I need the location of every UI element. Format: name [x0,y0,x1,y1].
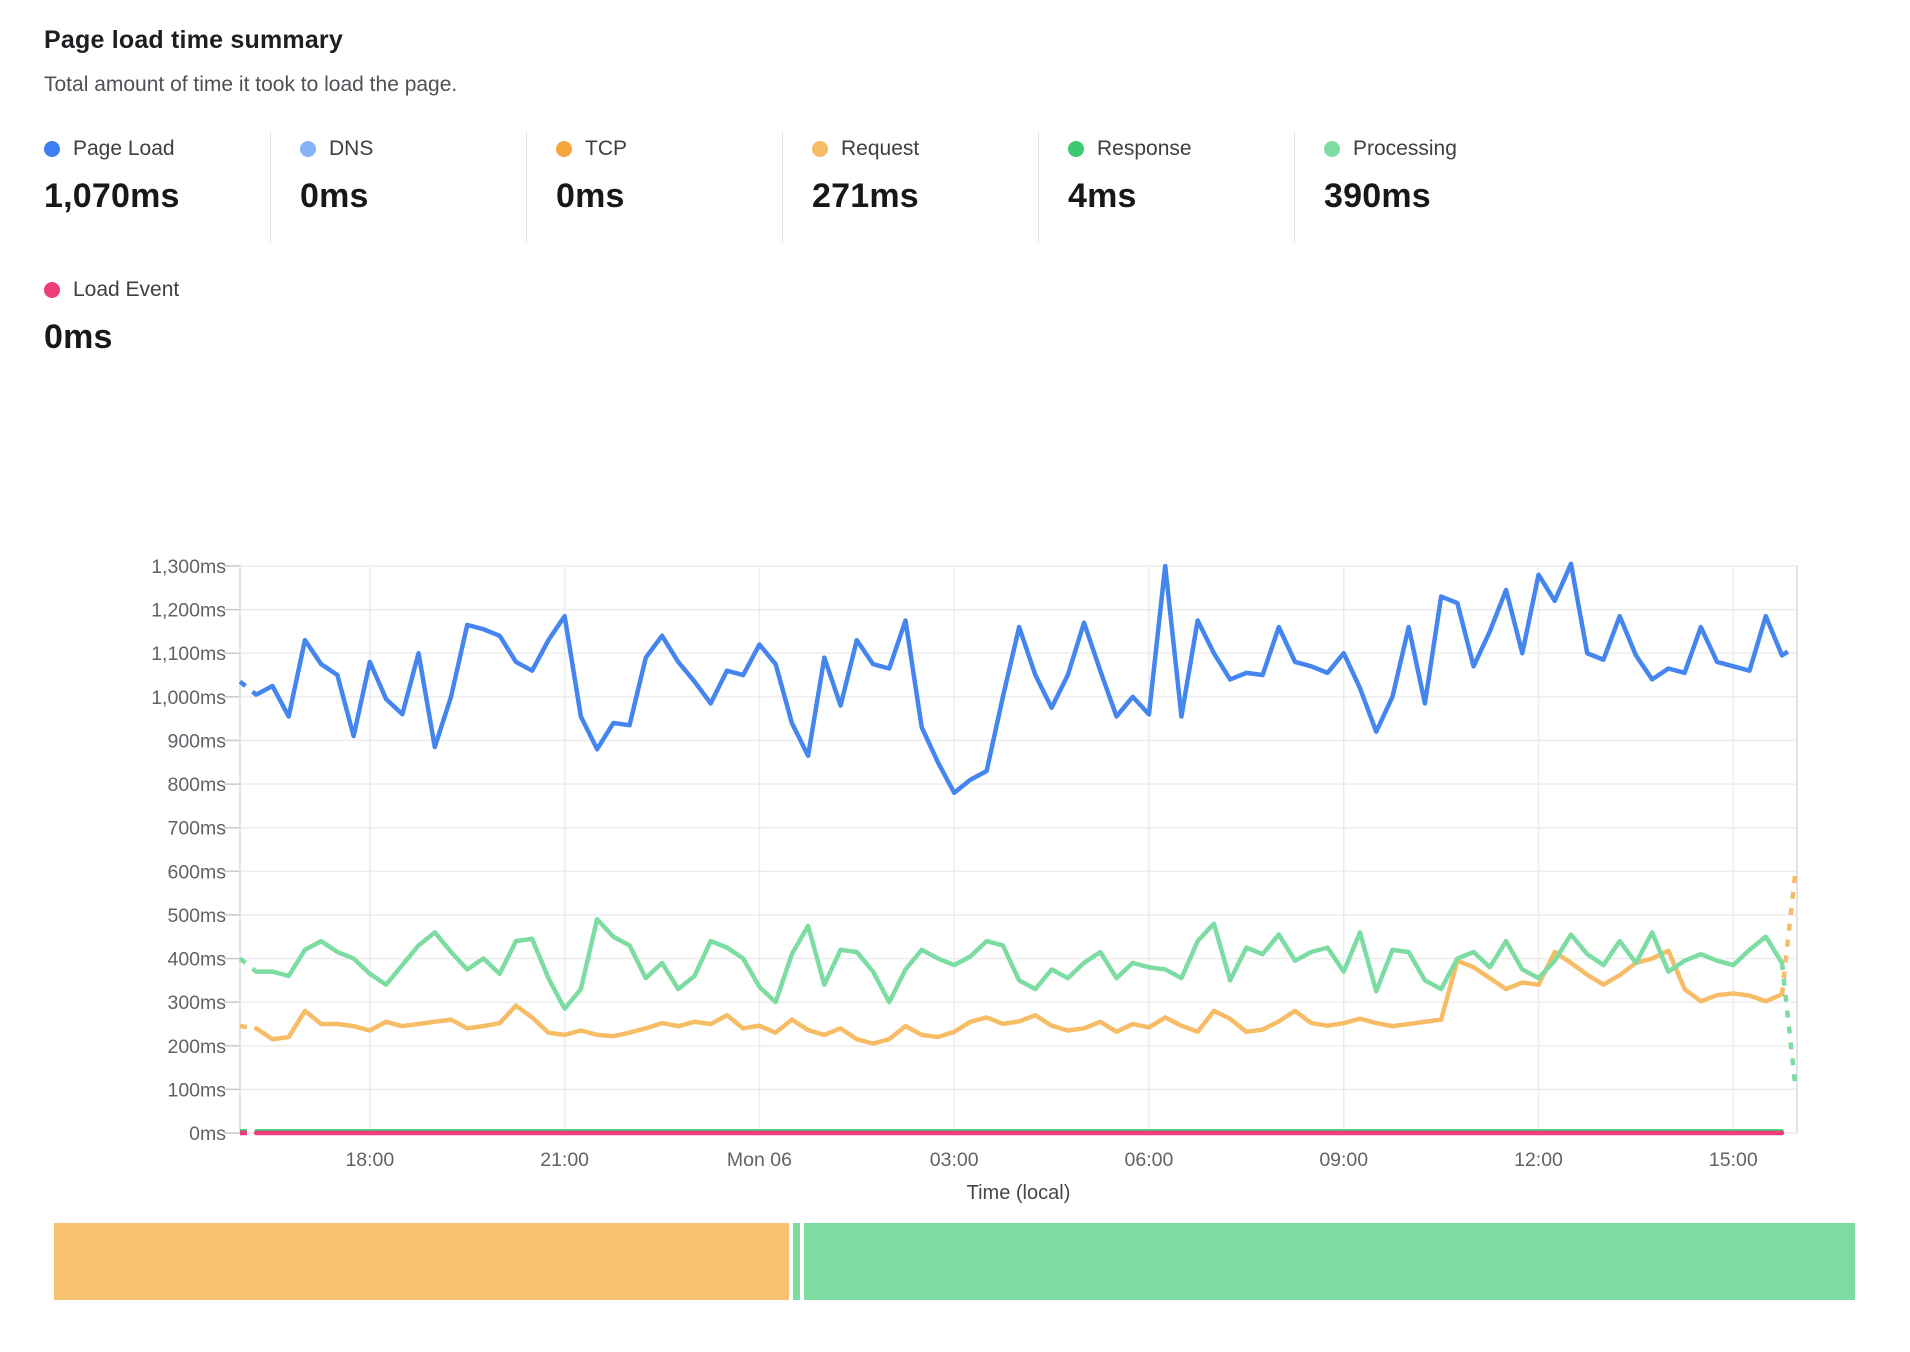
svg-text:15:00: 15:00 [1709,1149,1758,1171]
page-load-value: 1,070ms [44,177,270,216]
svg-text:1,000ms: 1,000ms [151,687,226,709]
svg-text:200ms: 200ms [167,1036,226,1058]
page-subtitle: Total amount of time it took to load the… [44,73,457,97]
tcp-label: TCP [585,137,627,161]
metrics-legend-row: Page Load 1,070ms DNS 0ms TCP 0ms Reques… [44,131,1550,243]
timeseries-chart[interactable]: 0ms 100ms 200ms 300ms 400ms 500ms 600ms 700ms 80… [0,440,1910,1220]
tcp-value: 0ms [556,177,782,216]
time-range-brush-bar[interactable] [0,1223,1910,1300]
legend-item-request[interactable]: Request 271ms [782,131,1038,243]
svg-text:09:00: 09:00 [1319,1149,1368,1171]
secondary-legend-row: Load Event 0ms [44,272,270,390]
svg-text:700ms: 700ms [167,818,226,840]
response-value: 4ms [1068,177,1294,216]
svg-text:100ms: 100ms [167,1079,226,1101]
legend-item-response[interactable]: Response 4ms [1038,131,1294,243]
processing-legend-dot [1324,141,1340,157]
svg-text:400ms: 400ms [167,949,226,971]
load-event-value: 0ms [44,318,270,357]
svg-text:800ms: 800ms [167,774,226,796]
page-load-label: Page Load [73,137,175,161]
svg-text:Mon 06: Mon 06 [727,1149,792,1171]
svg-text:300ms: 300ms [167,992,226,1014]
processing-label: Processing [1353,137,1457,161]
request-value: 271ms [812,177,1038,216]
svg-text:600ms: 600ms [167,861,226,883]
legend-item-load-event[interactable]: Load Event 0ms [44,278,270,390]
svg-text:03:00: 03:00 [930,1149,979,1171]
legend-item-tcp[interactable]: TCP 0ms [526,131,782,243]
svg-text:Time (local): Time (local) [967,1182,1071,1204]
svg-text:18:00: 18:00 [345,1149,394,1171]
brush-segment-processing-window[interactable] [804,1223,1855,1300]
svg-text:1,300ms: 1,300ms [151,556,226,578]
response-legend-dot [1068,141,1084,157]
svg-text:900ms: 900ms [167,730,226,752]
svg-text:06:00: 06:00 [1125,1149,1174,1171]
svg-text:500ms: 500ms [167,905,226,927]
dns-legend-dot [300,141,316,157]
response-label: Response [1097,137,1192,161]
dns-value: 0ms [300,177,526,216]
svg-text:1,100ms: 1,100ms [151,643,226,665]
brush-segment-divider-sliver[interactable] [793,1223,800,1300]
svg-text:1,200ms: 1,200ms [151,600,226,622]
svg-text:0ms: 0ms [189,1123,226,1145]
request-legend-dot [812,141,828,157]
legend-item-processing[interactable]: Processing 390ms [1294,131,1550,243]
svg-text:12:00: 12:00 [1514,1149,1563,1171]
request-label: Request [841,137,919,161]
load-event-label: Load Event [73,278,179,302]
processing-value: 390ms [1324,177,1550,216]
page-title: Page load time summary [44,26,343,55]
legend-item-dns[interactable]: DNS 0ms [270,131,526,243]
dns-label: DNS [329,137,373,161]
svg-text:21:00: 21:00 [540,1149,589,1171]
tcp-legend-dot [556,141,572,157]
page-load-legend-dot [44,141,60,157]
legend-item-page-load[interactable]: Page Load 1,070ms [44,131,270,243]
brush-segment-request-window[interactable] [54,1223,789,1300]
load-event-legend-dot [44,282,60,298]
